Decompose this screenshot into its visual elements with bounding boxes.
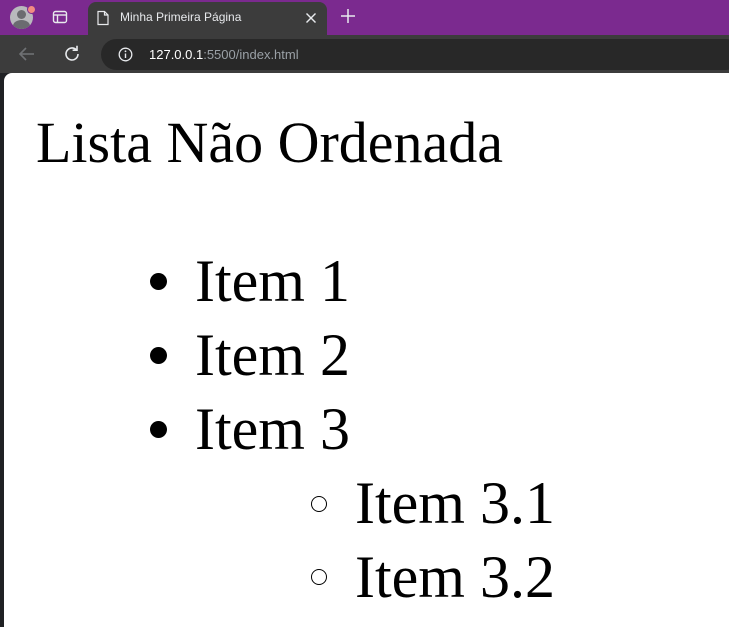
bullet-circle-icon	[311, 569, 327, 585]
bullet-disc-icon	[150, 421, 167, 438]
url-path: :5500/index.html	[203, 47, 299, 62]
bullet-circle-icon	[311, 496, 327, 512]
url-host: 127.0.0.1	[149, 47, 204, 62]
reload-icon[interactable]	[62, 44, 82, 64]
page-viewport: Lista Não Ordenada Item 1 Item 2 Item 3 …	[4, 73, 729, 627]
nested-list-item: Item 3.1	[355, 470, 555, 536]
browser-window: Minha Primeira Página 127.0.0.1:5500/ind…	[0, 0, 729, 627]
document-icon	[97, 10, 109, 26]
url-text: 127.0.0.1:5500/index.html	[149, 47, 299, 62]
tab-title: Minha Primeira Página	[120, 10, 242, 24]
nested-list-item: Item 3.2	[355, 544, 555, 610]
profile-notification-dot	[27, 5, 36, 14]
bullet-disc-icon	[150, 273, 167, 290]
back-arrow-icon[interactable]	[17, 44, 37, 64]
tab-strip: Minha Primeira Página	[0, 0, 729, 35]
list-item: Item 3	[195, 396, 350, 462]
close-icon[interactable]	[305, 12, 317, 24]
tab-actions-icon[interactable]	[51, 8, 69, 26]
page-heading: Lista Não Ordenada	[36, 110, 504, 175]
new-tab-plus-icon[interactable]	[340, 8, 356, 24]
tab-active[interactable]: Minha Primeira Página	[88, 2, 327, 35]
bullet-disc-icon	[150, 347, 167, 364]
list-item: Item 1	[195, 248, 350, 314]
list-item: Item 2	[195, 322, 350, 388]
address-bar[interactable]: 127.0.0.1:5500/index.html	[101, 39, 729, 70]
toolbar: 127.0.0.1:5500/index.html	[0, 35, 729, 73]
info-icon[interactable]	[118, 47, 133, 62]
